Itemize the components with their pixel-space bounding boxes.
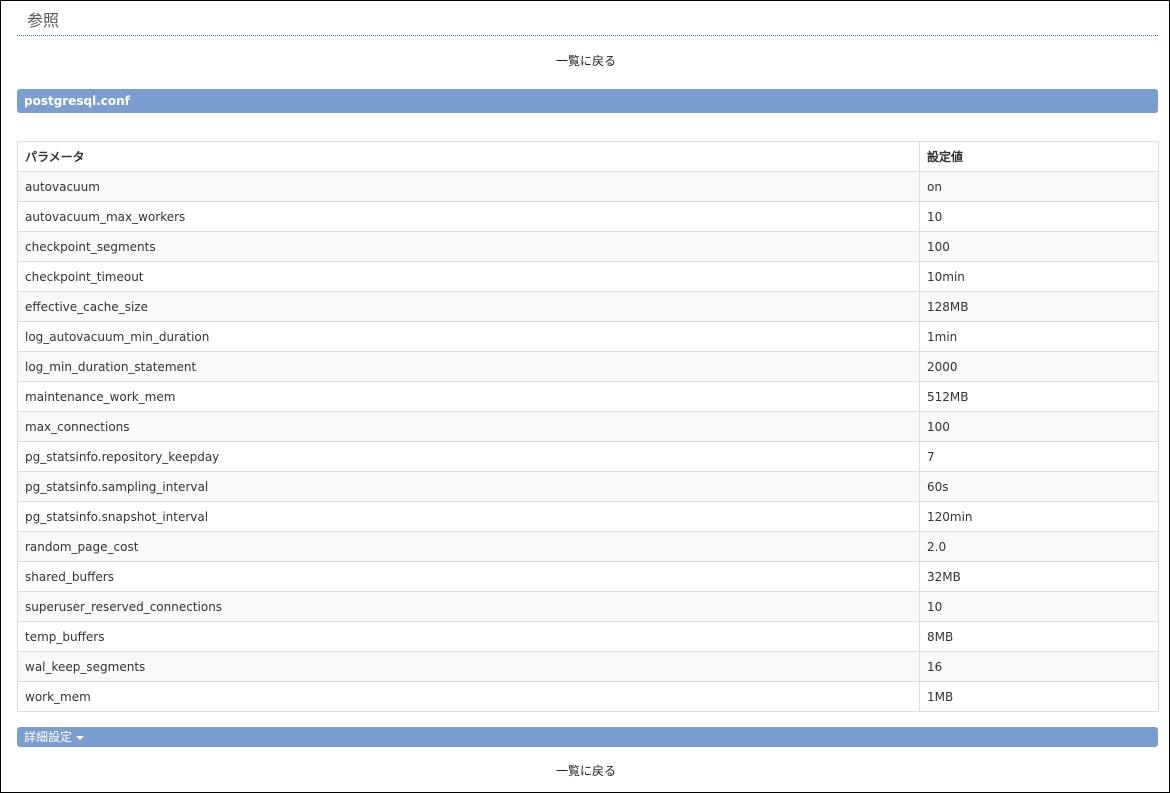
param-name: work_mem [17, 681, 920, 712]
table-row: max_connections 100 [17, 411, 1159, 442]
detail-settings-label: 詳細設定 [24, 730, 73, 744]
table-row: checkpoint_segments 100 [17, 231, 1159, 262]
caret-down-icon [76, 735, 85, 740]
param-value: 1MB [919, 681, 1159, 712]
column-header-value: 設定値 [919, 141, 1159, 172]
param-value: 120min [919, 501, 1159, 532]
param-name: pg_statsinfo.snapshot_interval [17, 501, 920, 532]
table-row: autovacuum on [17, 171, 1159, 202]
table-row: pg_statsinfo.sampling_interval 60s [17, 471, 1159, 502]
table-row: work_mem 1MB [17, 681, 1159, 712]
table-row: log_autovacuum_min_duration 1min [17, 321, 1159, 352]
param-value: 512MB [919, 381, 1159, 412]
param-name: shared_buffers [17, 561, 920, 592]
table-row: random_page_cost 2.0 [17, 531, 1159, 562]
table-row: maintenance_work_mem 512MB [17, 381, 1159, 412]
param-value: on [919, 171, 1159, 202]
title-divider [17, 35, 1158, 36]
param-value: 60s [919, 471, 1159, 502]
table-row: checkpoint_timeout 10min [17, 261, 1159, 292]
param-name: temp_buffers [17, 621, 920, 652]
table-row: effective_cache_size 128MB [17, 291, 1159, 322]
param-value: 7 [919, 441, 1159, 472]
table-row: autovacuum_max_workers 10 [17, 201, 1159, 232]
param-name: autovacuum [17, 171, 920, 202]
param-value: 10min [919, 261, 1159, 292]
param-value: 100 [919, 411, 1159, 442]
section-header-postgresql-conf: postgresql.conf [17, 89, 1158, 113]
table-row: shared_buffers 32MB [17, 561, 1159, 592]
param-value: 8MB [919, 621, 1159, 652]
param-name: pg_statsinfo.repository_keepday [17, 441, 920, 472]
param-value: 2.0 [919, 531, 1159, 562]
param-name: max_connections [17, 411, 920, 442]
param-name: autovacuum_max_workers [17, 201, 920, 232]
page-title: 参照 [27, 11, 60, 30]
param-name: log_min_duration_statement [17, 351, 920, 382]
param-value: 100 [919, 231, 1159, 262]
back-to-list-link-bottom[interactable]: 一覧に戻る [1, 763, 1170, 779]
param-value: 16 [919, 651, 1159, 682]
param-name: superuser_reserved_connections [17, 591, 920, 622]
param-name: checkpoint_timeout [17, 261, 920, 292]
parameter-table: パラメータ 設定値 autovacuum on autovacuum_max_wo… [17, 141, 1159, 712]
param-value: 10 [919, 591, 1159, 622]
param-value: 128MB [919, 291, 1159, 322]
table-row: pg_statsinfo.repository_keepday 7 [17, 441, 1159, 472]
detail-settings-toggle[interactable]: 詳細設定 [17, 727, 1158, 747]
param-name: maintenance_work_mem [17, 381, 920, 412]
param-name: random_page_cost [17, 531, 920, 562]
table-row: log_min_duration_statement 2000 [17, 351, 1159, 382]
page-frame: 参照 一覧に戻る postgresql.conf パラメータ 設定値 autov… [0, 0, 1170, 793]
param-value: 1min [919, 321, 1159, 352]
table-row: temp_buffers 8MB [17, 621, 1159, 652]
table-row: superuser_reserved_connections 10 [17, 591, 1159, 622]
column-header-parameter: パラメータ [17, 141, 920, 172]
param-value: 32MB [919, 561, 1159, 592]
param-value: 10 [919, 201, 1159, 232]
param-name: wal_keep_segments [17, 651, 920, 682]
back-to-list-link-top[interactable]: 一覧に戻る [1, 53, 1170, 69]
table-row: wal_keep_segments 16 [17, 651, 1159, 682]
param-name: checkpoint_segments [17, 231, 920, 262]
table-row: pg_statsinfo.snapshot_interval 120min [17, 501, 1159, 532]
param-name: log_autovacuum_min_duration [17, 321, 920, 352]
param-name: effective_cache_size [17, 291, 920, 322]
table-header-row: パラメータ 設定値 [17, 141, 1159, 172]
param-name: pg_statsinfo.sampling_interval [17, 471, 920, 502]
param-value: 2000 [919, 351, 1159, 382]
